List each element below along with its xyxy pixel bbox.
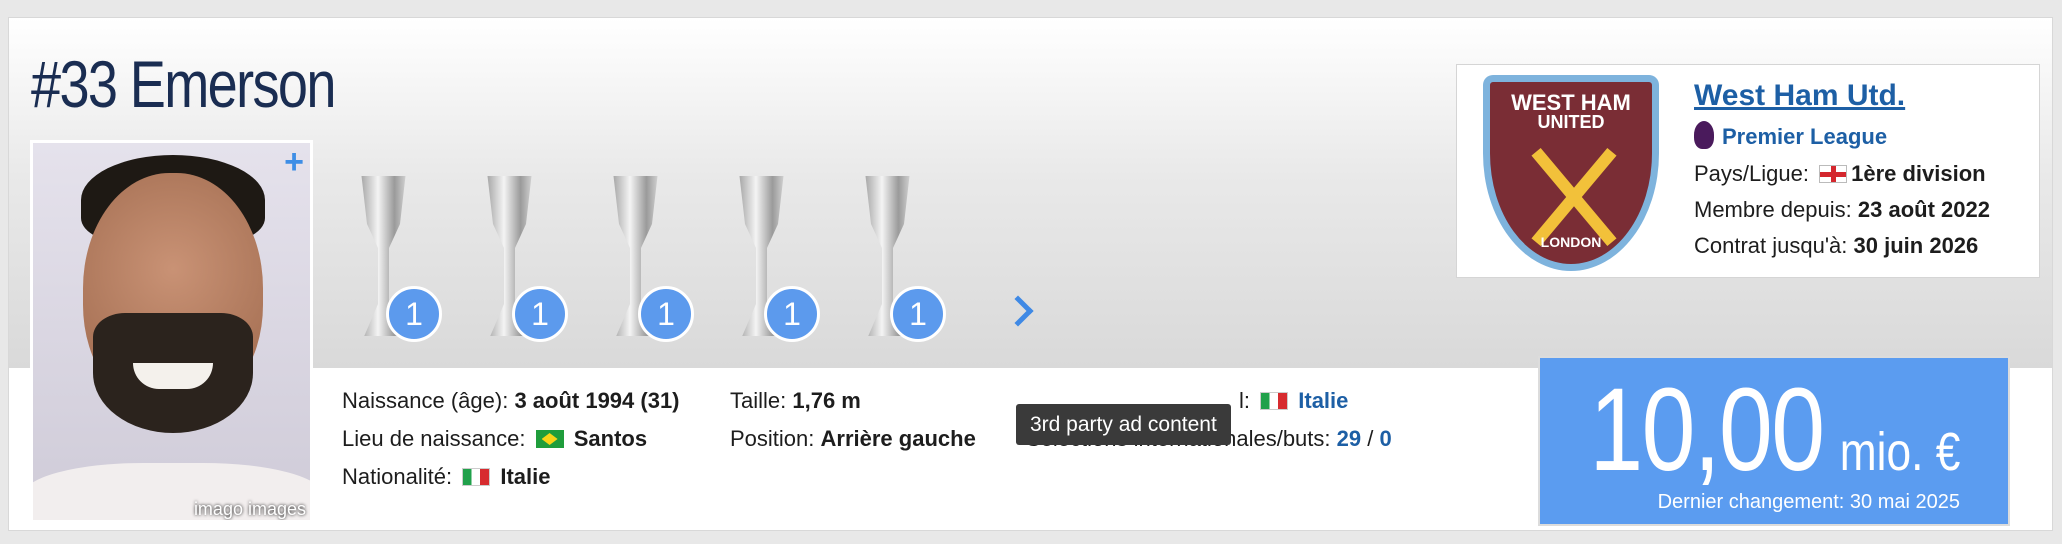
conference-league-trophy-icon[interactable]: 1 [850, 176, 946, 342]
nationality-info: Nationalité: Italie [342, 464, 551, 489]
trophy-count-badge: 1 [512, 286, 568, 342]
ad-tooltip: 3rd party ad content [1016, 404, 1231, 445]
club-name-link[interactable]: West Ham Utd. [1694, 79, 1905, 113]
player-header-card: #33 Emerson + imago images 1 1 1 1 1 Nai… [8, 17, 2053, 531]
caps-link[interactable]: 29 [1337, 426, 1361, 451]
uefa-super-cup-trophy-icon[interactable]: 1 [598, 176, 694, 342]
premier-league-icon [1694, 121, 1714, 149]
goals-link[interactable]: 0 [1380, 426, 1392, 451]
club-box: WEST HAM UNITED LONDON West Ham Utd. Pre… [1456, 64, 2040, 278]
europa-league-trophy-icon[interactable]: 1 [724, 176, 820, 342]
country-league-info: Pays/Ligue: 1ère division [1694, 161, 1986, 186]
national-team-link[interactable]: Italie [1298, 388, 1348, 413]
brazil-flag-icon [535, 430, 564, 448]
position-info: Position: Arrière gauche [730, 426, 976, 451]
trophy-count-badge: 1 [638, 286, 694, 342]
player-name: #33 Emerson [31, 47, 336, 121]
birth-info: Naissance (âge): 3 août 1994 (31) [342, 388, 680, 413]
birthplace-info: Lieu de naissance: Santos [342, 426, 648, 451]
player-photo[interactable]: + imago images [30, 140, 313, 523]
trophy-count-badge: 1 [386, 286, 442, 342]
club-crest-icon[interactable]: WEST HAM UNITED LONDON [1483, 75, 1659, 271]
market-value-last-change: Dernier changement: 30 mai 2025 [1657, 491, 1960, 513]
height-info: Taille: 1,76 m [730, 388, 861, 413]
trophy-count-badge: 1 [764, 286, 820, 342]
league-link[interactable]: Premier League [1694, 121, 1887, 150]
market-value-amount: 10,00 mio. € [1589, 364, 1960, 496]
european-championship-trophy-icon[interactable]: 1 [346, 176, 442, 342]
member-since-info: Membre depuis: 23 août 2022 [1694, 197, 1990, 222]
italy-flag-icon [462, 468, 491, 486]
expand-photo-icon[interactable]: + [284, 143, 304, 182]
photo-credit: imago images [193, 499, 306, 519]
italy-flag-icon [1260, 392, 1289, 410]
national-team-info: l: Italie [1239, 388, 1349, 413]
contract-until-info: Contrat jusqu'à: 30 juin 2026 [1694, 233, 1979, 258]
england-flag-icon [1819, 165, 1848, 183]
champions-league-trophy-icon[interactable]: 1 [472, 176, 568, 342]
market-value-box[interactable]: 10,00 mio. € Dernier changement: 30 mai 2… [1538, 356, 2010, 526]
trophy-count-badge: 1 [890, 286, 946, 342]
